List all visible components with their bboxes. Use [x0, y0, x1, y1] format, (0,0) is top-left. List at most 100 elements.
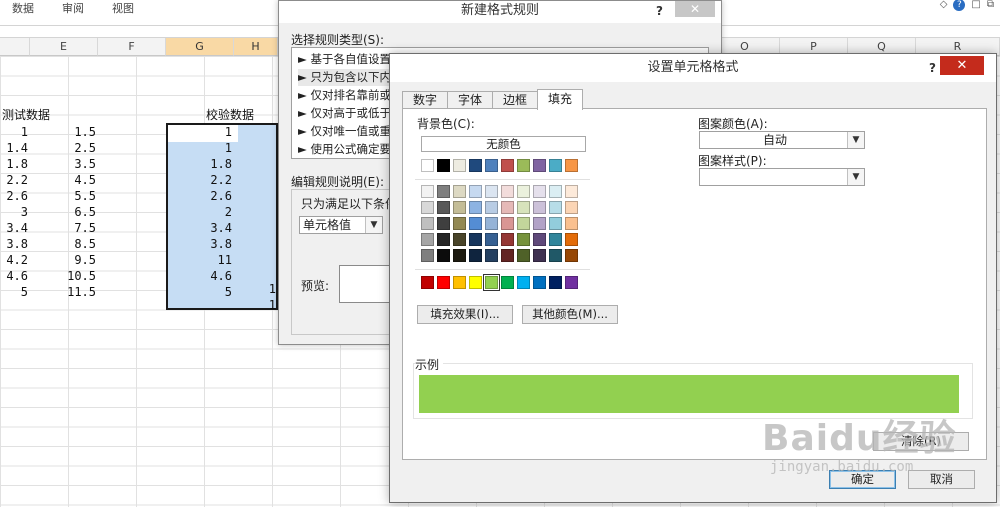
- color-swatch[interactable]: [565, 249, 578, 262]
- color-swatch[interactable]: [453, 276, 466, 289]
- tab-fill[interactable]: 填充: [537, 89, 584, 110]
- table-cell[interactable]: 2: [166, 204, 232, 221]
- help-icon[interactable]: ?: [929, 54, 936, 82]
- table-cell[interactable]: 2.6: [166, 188, 232, 205]
- color-swatch[interactable]: [533, 249, 546, 262]
- table-cell[interactable]: 1.4: [0, 140, 28, 157]
- format-cells-titlebar[interactable]: 设置单元格格式 ? ✕: [390, 54, 996, 82]
- rule-type-item[interactable]: ► 基于各自值设置: [298, 51, 391, 68]
- column-header-d[interactable]: [0, 38, 30, 56]
- color-swatch[interactable]: [437, 217, 450, 230]
- table-cell[interactable]: 11: [166, 252, 232, 269]
- color-swatch[interactable]: [421, 233, 434, 246]
- color-swatch[interactable]: [565, 185, 578, 198]
- color-swatch[interactable]: [501, 217, 514, 230]
- color-swatch[interactable]: [437, 185, 450, 198]
- color-swatch[interactable]: [469, 249, 482, 262]
- color-swatch[interactable]: [565, 276, 578, 289]
- rule-type-item[interactable]: ► 仅对高于或低于: [298, 105, 391, 122]
- new-format-rule-titlebar[interactable]: 新建格式规则 ? ✕: [279, 1, 721, 23]
- color-swatch[interactable]: [453, 201, 466, 214]
- close-icon[interactable]: ✕: [675, 1, 715, 17]
- ribbon-tab-data[interactable]: 数据: [12, 0, 34, 16]
- tab-font[interactable]: 字体: [447, 91, 494, 109]
- table-cell[interactable]: 1.5: [30, 124, 96, 141]
- pattern-style-combo[interactable]: ▼: [699, 168, 865, 186]
- pattern-color-combo[interactable]: 自动 ▼: [699, 131, 865, 149]
- color-swatch[interactable]: [421, 185, 434, 198]
- restore-window-icon[interactable]: □: [971, 0, 980, 10]
- color-swatch[interactable]: [533, 185, 546, 198]
- table-cell[interactable]: 3: [0, 204, 28, 221]
- color-swatch[interactable]: [533, 201, 546, 214]
- color-swatch[interactable]: [421, 159, 434, 172]
- table-cell[interactable]: 4.6: [0, 268, 28, 285]
- close-icon[interactable]: ✕: [940, 56, 984, 75]
- color-swatch[interactable]: [501, 249, 514, 262]
- color-swatch[interactable]: [549, 249, 562, 262]
- color-swatch[interactable]: [549, 217, 562, 230]
- color-swatch[interactable]: [469, 159, 482, 172]
- cell-h-partial[interactable]: 1: [240, 281, 276, 298]
- table-cell[interactable]: 7.5: [30, 220, 96, 237]
- tab-number[interactable]: 数字: [402, 91, 449, 109]
- table-cell[interactable]: 1.8: [166, 156, 232, 173]
- color-swatch[interactable]: [485, 159, 498, 172]
- color-swatch[interactable]: [453, 249, 466, 262]
- color-swatch[interactable]: [549, 159, 562, 172]
- table-cell[interactable]: 1: [0, 124, 28, 141]
- color-swatch[interactable]: [453, 233, 466, 246]
- chevron-down-icon[interactable]: ▼: [847, 132, 864, 148]
- chevron-down-icon[interactable]: ▼: [365, 217, 382, 233]
- color-swatch[interactable]: [437, 276, 450, 289]
- column-header-f[interactable]: F: [98, 38, 166, 56]
- header-check-data[interactable]: 校验数据: [206, 107, 254, 124]
- table-cell[interactable]: 11.5: [30, 284, 96, 301]
- table-cell[interactable]: 8.5: [30, 236, 96, 253]
- table-cell[interactable]: 3.5: [30, 156, 96, 173]
- color-swatch[interactable]: [501, 185, 514, 198]
- ribbon-collapse-icon[interactable]: ◇: [940, 0, 948, 10]
- color-swatch[interactable]: [437, 201, 450, 214]
- color-swatch[interactable]: [469, 276, 482, 289]
- rule-type-item-selected[interactable]: ► 只为包含以下内: [298, 69, 391, 86]
- color-swatch[interactable]: [501, 233, 514, 246]
- table-cell[interactable]: 6.5: [30, 204, 96, 221]
- table-cell[interactable]: 5: [0, 284, 28, 301]
- table-cell[interactable]: 3.8: [0, 236, 28, 253]
- color-swatch[interactable]: [501, 159, 514, 172]
- table-cell[interactable]: 3.4: [0, 220, 28, 237]
- color-swatch[interactable]: [469, 217, 482, 230]
- color-swatch[interactable]: [501, 201, 514, 214]
- color-swatch[interactable]: [565, 217, 578, 230]
- table-cell[interactable]: 3.4: [166, 220, 232, 237]
- more-colors-button[interactable]: 其他颜色(M)...: [522, 305, 618, 324]
- color-swatch[interactable]: [517, 185, 530, 198]
- color-swatch[interactable]: [421, 217, 434, 230]
- color-swatch[interactable]: [469, 201, 482, 214]
- header-test-data[interactable]: 测试数据: [2, 107, 50, 124]
- table-cell[interactable]: 4.2: [0, 252, 28, 269]
- color-swatch[interactable]: [421, 276, 434, 289]
- help-icon[interactable]: ?: [953, 0, 966, 11]
- ribbon-tab-view[interactable]: 视图: [112, 0, 134, 16]
- cell-h-partial[interactable]: 1: [240, 297, 276, 314]
- cell-value-combo[interactable]: 单元格值 ▼: [299, 216, 383, 234]
- color-swatch[interactable]: [565, 201, 578, 214]
- table-cell[interactable]: 2.5: [30, 140, 96, 157]
- tab-border[interactable]: 边框: [492, 91, 539, 109]
- color-swatch[interactable]: [549, 276, 562, 289]
- rule-type-item[interactable]: ► 使用公式确定要: [298, 141, 391, 158]
- column-header-e[interactable]: E: [30, 38, 98, 56]
- help-icon[interactable]: ?: [656, 1, 663, 21]
- color-swatch[interactable]: [549, 233, 562, 246]
- color-swatch[interactable]: [517, 159, 530, 172]
- color-swatch[interactable]: [485, 185, 498, 198]
- table-cell[interactable]: 2.2: [0, 172, 28, 189]
- table-cell[interactable]: 1.8: [0, 156, 28, 173]
- color-swatch[interactable]: [565, 159, 578, 172]
- color-swatch[interactable]: [549, 201, 562, 214]
- color-swatch[interactable]: [421, 201, 434, 214]
- fill-effects-button[interactable]: 填充效果(I)...: [417, 305, 513, 324]
- color-swatch[interactable]: [533, 159, 546, 172]
